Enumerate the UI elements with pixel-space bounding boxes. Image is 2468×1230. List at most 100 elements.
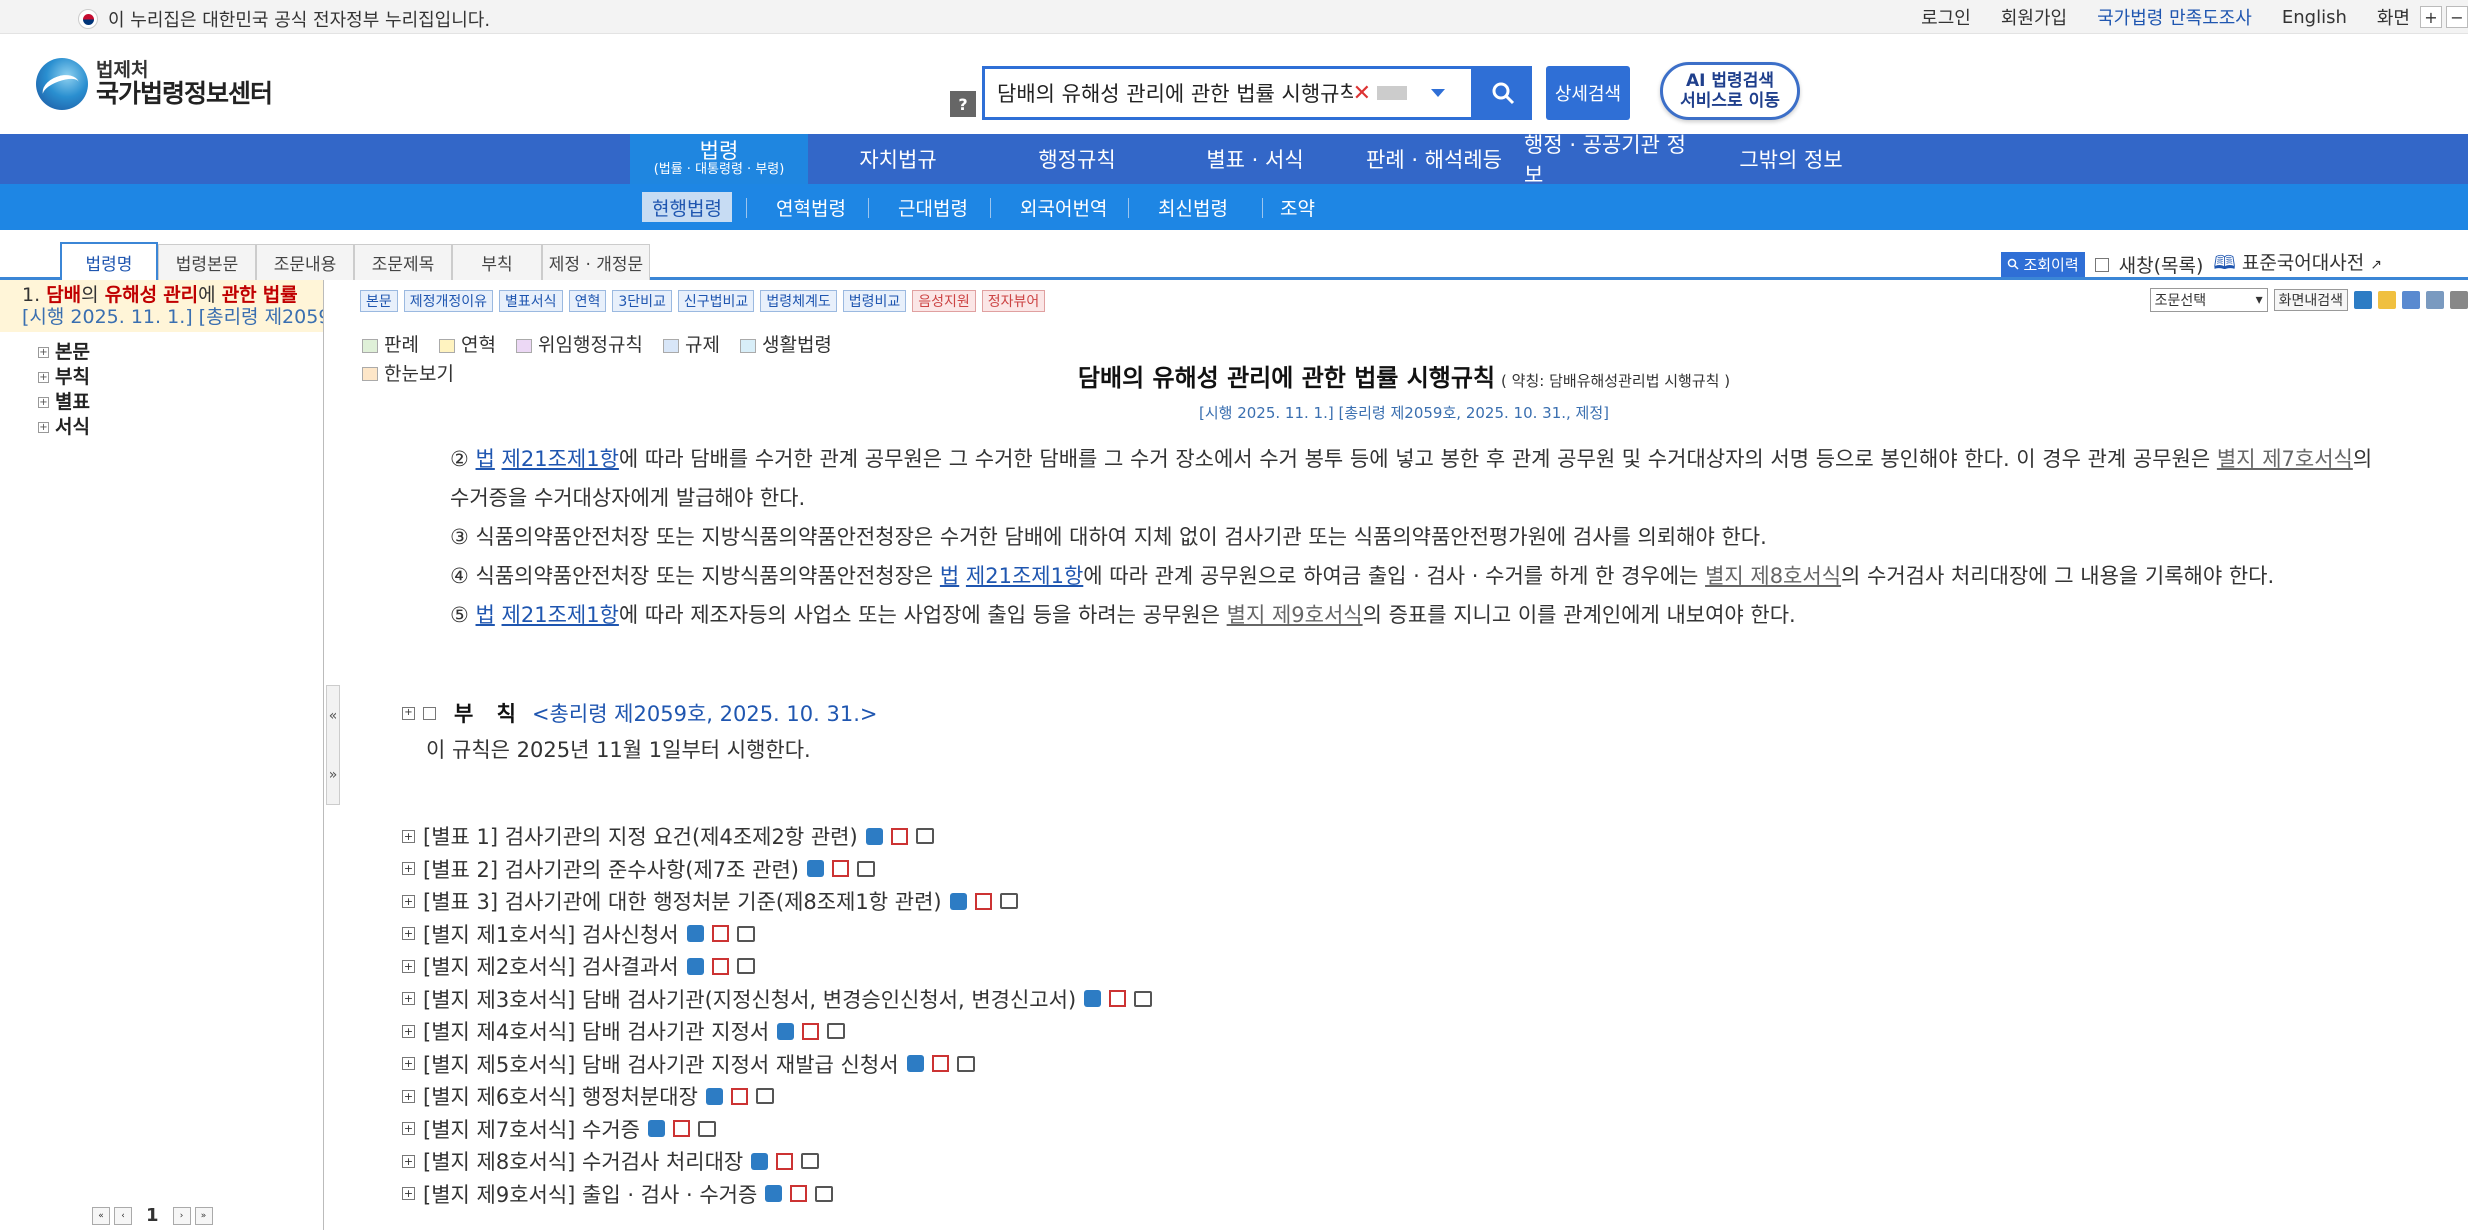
hwp-file-icon[interactable] — [865, 827, 883, 845]
law-link[interactable]: 법 — [476, 447, 495, 471]
filter-delegated-rules[interactable]: 위임행정규칙 — [516, 332, 643, 359]
hwp-file-icon[interactable] — [705, 1087, 723, 1105]
nav-admin-rules[interactable]: 행정규칙 — [988, 134, 1166, 184]
subnav-translations[interactable]: 외국어번역 — [1020, 192, 1107, 222]
login-link[interactable]: 로그인 — [1921, 4, 1971, 30]
nav-laws[interactable]: 법령 (법률 · 대통령령 · 부령) — [630, 134, 808, 184]
print-icon[interactable] — [2450, 291, 2468, 309]
expand-icon[interactable]: + — [402, 1187, 415, 1201]
pdf-file-icon[interactable] — [1109, 990, 1127, 1008]
annex-title[interactable]: [별표 2] 검사기관의 준수사항(제7조 관련) — [423, 854, 799, 884]
hwp-file-icon[interactable] — [686, 957, 704, 975]
panel-splitter[interactable]: « » — [326, 685, 340, 805]
signup-link[interactable]: 회원가입 — [2001, 4, 2067, 30]
subnav-current-laws[interactable]: 현행법령 — [642, 192, 732, 222]
filter-precedent[interactable]: 판례 — [362, 332, 419, 359]
tab-law-body[interactable]: 법령본문 — [158, 244, 256, 280]
expand-icon[interactable]: + — [38, 347, 49, 358]
expand-icon[interactable]: + — [38, 422, 49, 433]
site-logo[interactable]: 법제처 국가법령정보센터 — [36, 58, 273, 110]
article-link[interactable]: 제21조제1항 — [502, 447, 619, 471]
hwp-file-icon[interactable] — [647, 1120, 665, 1138]
expand-icon[interactable]: + — [402, 992, 415, 1006]
annex-item[interactable]: + [별지 제7호서식] 수거증 — [402, 1113, 1152, 1146]
annex-title[interactable]: [별표 3] 검사기관에 대한 행정처분 기준(제8조제1항 관련) — [423, 886, 942, 916]
law-link[interactable]: 법 — [940, 564, 959, 588]
collapse-left-icon[interactable]: « — [329, 708, 338, 724]
open-link-icon[interactable] — [755, 1088, 774, 1105]
article-link[interactable]: 제21조제1항 — [966, 564, 1083, 588]
tree-item-addenda[interactable]: + 부칙 — [38, 365, 323, 390]
annex-title[interactable]: [별지 제4호서식] 담배 검사기관 지정서 — [423, 1016, 769, 1046]
subnav-latest-laws[interactable]: 최신법령 — [1158, 192, 1228, 222]
expand-icon[interactable]: + — [402, 829, 415, 843]
zoom-in-button[interactable]: + — [2420, 6, 2442, 28]
expand-icon[interactable]: + — [402, 1154, 415, 1168]
tab-law-name[interactable]: 법령명 — [60, 242, 158, 283]
hwp-file-icon[interactable] — [807, 860, 824, 878]
article-select[interactable]: 조문선택 ▾ — [2149, 288, 2268, 312]
btn-tables-forms[interactable]: 별표서식 — [499, 290, 563, 312]
survey-link[interactable]: 국가법령 만족도조사 — [2097, 4, 2252, 30]
download-icon[interactable] — [2402, 291, 2420, 309]
expand-icon[interactable]: + — [402, 894, 415, 908]
form-link[interactable]: 별지 제9호서식 — [1227, 603, 1363, 627]
expand-icon[interactable]: + — [402, 927, 415, 941]
subnav-modern-laws[interactable]: 근대법령 — [898, 192, 968, 222]
hwp-file-icon[interactable] — [777, 1022, 795, 1040]
annex-item[interactable]: + [별지 제1호서식] 검사신청서 — [402, 918, 1152, 951]
btn-history[interactable]: 연혁 — [568, 290, 607, 312]
btn-viewer[interactable]: 정자뷰어 — [981, 290, 1046, 312]
english-link[interactable]: English — [2282, 7, 2347, 28]
pdf-file-icon[interactable] — [672, 1120, 690, 1138]
annex-title[interactable]: [별표 1] 검사기관의 지정 요건(제4조제2항 관련) — [423, 821, 858, 851]
last-page-icon[interactable]: » — [194, 1206, 213, 1225]
expand-icon[interactable]: + — [402, 1057, 415, 1071]
form-link[interactable]: 별지 제8호서식 — [1705, 564, 1841, 588]
annex-item[interactable]: + [별지 제2호서식] 검사결과서 — [402, 950, 1152, 983]
expand-icon[interactable]: + — [402, 862, 415, 876]
addenda-expand-icon[interactable]: + — [402, 706, 415, 720]
annex-title[interactable]: [별지 제1호서식] 검사신청서 — [423, 919, 679, 949]
expand-icon[interactable]: + — [402, 1089, 415, 1103]
btn-enactment-reason[interactable]: 제정개정이유 — [403, 290, 494, 312]
open-link-icon[interactable] — [815, 1185, 834, 1202]
tab-article-content[interactable]: 조문내용 — [256, 244, 354, 280]
law-result-item[interactable]: 1. 담배의 유해성 관리에 관한 법률 [시행 2025. 11. 1.] [… — [0, 280, 323, 332]
open-link-icon[interactable] — [827, 1023, 846, 1040]
form-link[interactable]: 별지 제7호서식 — [2217, 447, 2353, 471]
advanced-search-button[interactable]: 상세검색 — [1546, 66, 1630, 120]
tree-item-body[interactable]: + 본문 — [38, 340, 323, 365]
tree-item-tables[interactable]: + 별표 — [38, 390, 323, 415]
nav-local-laws[interactable]: 자치법규 — [808, 134, 988, 184]
open-link-icon[interactable] — [999, 893, 1018, 910]
hwp-file-icon[interactable] — [686, 925, 704, 943]
btn-old-new-compare[interactable]: 신구법비교 — [677, 290, 755, 312]
tab-addenda[interactable]: 부칙 — [452, 244, 542, 280]
open-link-icon[interactable] — [1134, 990, 1153, 1007]
save-icon[interactable] — [2426, 291, 2444, 309]
filter-regulation[interactable]: 규제 — [662, 332, 720, 359]
addenda-checkbox[interactable] — [423, 706, 436, 720]
expand-icon[interactable]: + — [402, 959, 415, 973]
ai-search-button[interactable]: AI 법령검색 서비스로 이동 — [1660, 62, 1800, 120]
hwp-file-icon[interactable] — [751, 1152, 769, 1170]
annex-item[interactable]: + [별표 3] 검사기관에 대한 행정처분 기준(제8조제1항 관련) — [402, 885, 1152, 918]
next-page-icon[interactable]: › — [172, 1206, 191, 1225]
nav-other-info[interactable]: 그밖의 정보 — [1702, 134, 1880, 184]
pdf-file-icon[interactable] — [974, 892, 992, 910]
btn-three-way-compare[interactable]: 3단비교 — [612, 290, 672, 312]
annex-item[interactable]: + [별지 제5호서식] 담배 검사기관 지정서 재발급 신청서 — [402, 1048, 1152, 1081]
expand-icon[interactable]: + — [38, 397, 49, 408]
history-button[interactable]: 조회이력 — [2000, 252, 2085, 277]
favorite-icon[interactable] — [2378, 291, 2396, 309]
btn-law-structure[interactable]: 법령체계도 — [760, 290, 837, 312]
open-link-icon[interactable] — [736, 958, 755, 975]
annex-item[interactable]: + [별지 제3호서식] 담배 검사기관(지정신청서, 변경승인신청서, 변경신고… — [402, 983, 1153, 1016]
btn-law-compare[interactable]: 법령비교 — [842, 290, 907, 312]
pdf-file-icon[interactable] — [832, 860, 849, 878]
filter-history[interactable]: 연혁 — [439, 332, 496, 359]
pdf-file-icon[interactable] — [931, 1055, 949, 1073]
pdf-file-icon[interactable] — [730, 1087, 748, 1105]
search-button[interactable] — [1474, 66, 1532, 120]
